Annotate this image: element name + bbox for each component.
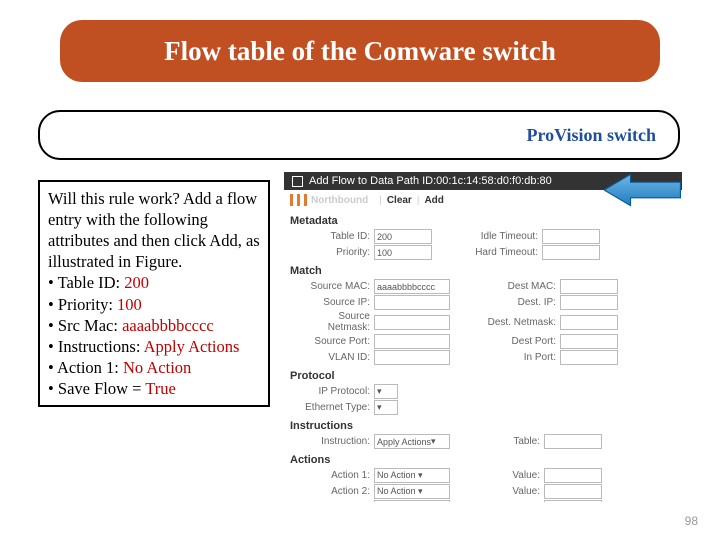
- match-label: Source IP:: [294, 297, 370, 308]
- title-banner: Flow table of the Comware switch: [60, 20, 660, 82]
- idle-timeout-input[interactable]: [542, 229, 600, 244]
- add-button[interactable]: Add: [424, 195, 443, 206]
- match-input[interactable]: [374, 295, 450, 310]
- match-label: VLAN ID:: [294, 352, 370, 363]
- page-number: 98: [685, 514, 698, 528]
- sub-banner-text: ProVision switch: [526, 125, 656, 146]
- match-label: In Port:: [480, 352, 556, 363]
- header-dpid: 00:1c:14:58:d0:f0:db:80: [436, 175, 552, 187]
- table-id-input[interactable]: 200: [374, 229, 432, 244]
- title-text: Flow table of the Comware switch: [164, 36, 556, 67]
- pointer-arrow-icon: [604, 172, 682, 208]
- priority-input[interactable]: 100: [374, 245, 432, 260]
- header-prefix: Add Flow to Data Path ID:: [309, 175, 436, 187]
- match-label: Source Port:: [294, 336, 370, 347]
- match-label: Source MAC:: [294, 281, 370, 292]
- section-match-title: Match: [290, 265, 682, 277]
- table-id-label: Table ID:: [294, 231, 370, 242]
- eth-type-select[interactable]: ▾: [374, 400, 398, 415]
- action-value-input[interactable]: [544, 484, 602, 499]
- instr-item-table-id: Table ID: 200: [48, 272, 260, 293]
- match-input[interactable]: aaaabbbbcccc: [374, 279, 450, 294]
- instr-table-label: Table:: [480, 436, 540, 447]
- brand-accent-icon: [304, 194, 307, 206]
- instr-item-action1: Action 1: No Action: [48, 357, 260, 378]
- hard-timeout-label: Hard Timeout:: [462, 247, 538, 258]
- section-instructions-title: Instructions: [290, 420, 682, 432]
- match-input[interactable]: [560, 334, 618, 349]
- match-input[interactable]: [560, 279, 618, 294]
- sub-banner: ProVision switch: [38, 110, 680, 160]
- eth-type-label: Ethernet Type:: [294, 402, 370, 413]
- priority-label: Priority:: [294, 247, 370, 258]
- match-input[interactable]: [560, 315, 618, 330]
- brand-accent-icon: [297, 194, 300, 206]
- action-value-label: Value:: [480, 470, 540, 481]
- match-label: Source Netmask:: [294, 311, 370, 333]
- action-label: Action 1:: [294, 470, 370, 481]
- action-select[interactable]: No Action ▾: [374, 484, 450, 499]
- match-input[interactable]: [374, 350, 450, 365]
- action-value-input[interactable]: [544, 468, 602, 483]
- action-select[interactable]: No Action ▾: [374, 500, 450, 502]
- match-label: Dest MAC:: [480, 281, 556, 292]
- idle-timeout-label: Idle Timeout:: [462, 231, 538, 242]
- action-label: Action 2:: [294, 486, 370, 497]
- section-actions-title: Actions: [290, 454, 682, 466]
- section-protocol-title: Protocol: [290, 370, 682, 382]
- match-input[interactable]: [560, 350, 618, 365]
- instructions-list: Table ID: 200 Priority: 100 Src Mac: aaa…: [48, 272, 260, 399]
- section-metadata-title: Metadata: [290, 215, 682, 227]
- match-input[interactable]: [374, 334, 450, 349]
- instr-item-src-mac: Src Mac: aaaabbbbcccc: [48, 315, 260, 336]
- brand-logo: Northbound: [311, 195, 368, 206]
- action-select[interactable]: No Action ▾: [374, 468, 450, 483]
- instr-item-save-flow: Save Flow = True: [48, 378, 260, 399]
- instr-table-input[interactable]: [544, 434, 602, 449]
- instructions-intro: Will this rule work? Add a flow entry wi…: [48, 188, 260, 272]
- match-label: Dest Port:: [480, 336, 556, 347]
- match-input[interactable]: [560, 295, 618, 310]
- instructions-box: Will this rule work? Add a flow entry wi…: [38, 180, 270, 407]
- match-input[interactable]: [374, 315, 450, 330]
- match-label: Dest. IP:: [480, 297, 556, 308]
- expand-icon[interactable]: [292, 176, 303, 187]
- instruction-label: Instruction:: [294, 436, 370, 447]
- ip-protocol-label: IP Protocol:: [294, 386, 370, 397]
- instruction-select[interactable]: Apply Actions ▾: [374, 434, 450, 449]
- action-value-input[interactable]: [544, 500, 602, 502]
- hard-timeout-input[interactable]: [542, 245, 600, 260]
- instr-item-priority: Priority: 100: [48, 294, 260, 315]
- ip-protocol-select[interactable]: ▾: [374, 384, 398, 399]
- match-label: Dest. Netmask:: [480, 317, 556, 328]
- clear-button[interactable]: Clear: [387, 195, 412, 206]
- action-value-label: Value:: [480, 486, 540, 497]
- brand-accent-icon: [290, 194, 293, 206]
- app-screenshot: Add Flow to Data Path ID: 00:1c:14:58:d0…: [284, 172, 682, 502]
- instr-item-instructions: Instructions: Apply Actions: [48, 336, 260, 357]
